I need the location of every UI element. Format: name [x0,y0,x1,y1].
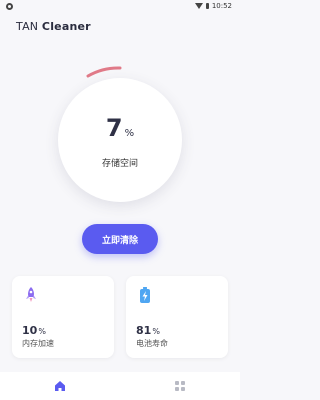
app-title: TAN Cleaner [16,20,91,33]
battery-charging-icon [140,287,150,303]
rocket-icon [26,287,36,302]
battery-unit: % [152,327,160,336]
storage-gauge: 7% 存储空间 [50,64,190,204]
memory-value: 10 [22,324,38,337]
storage-unit: % [124,128,135,139]
battery-status-icon [205,3,209,9]
app-title-suffix: Cleaner [41,20,91,33]
apps-grid-icon [175,381,185,391]
clean-now-button[interactable]: 立即清除 [82,224,158,254]
storage-circle[interactable]: 7% 存储空间 [58,78,182,202]
storage-label: 存储空间 [101,159,138,169]
app-title-prefix: TAN [16,20,39,33]
storage-value: 7 [105,114,123,142]
battery-label: 电池寿命 [136,339,168,348]
battery-value: 81 [136,324,152,337]
status-indicators: 10:52 [194,2,232,10]
battery-life-card[interactable]: 81% 电池寿命 [126,276,228,358]
memory-unit: % [38,327,46,336]
memory-label: 内存加速 [22,339,54,348]
nav-home[interactable] [0,372,120,400]
home-icon [55,381,65,391]
bottom-navigation [0,372,240,400]
status-time: 10:52 [211,2,232,10]
status-bar: 10:52 [0,0,240,14]
nav-tools[interactable] [120,372,240,400]
memory-boost-card[interactable]: 10% 内存加速 [12,276,114,358]
wifi-icon [194,3,203,9]
notification-icon [6,3,13,10]
storage-percentage: 7% [58,114,182,142]
memory-percentage: 10% [22,319,46,338]
battery-percentage: 81% [136,319,160,338]
